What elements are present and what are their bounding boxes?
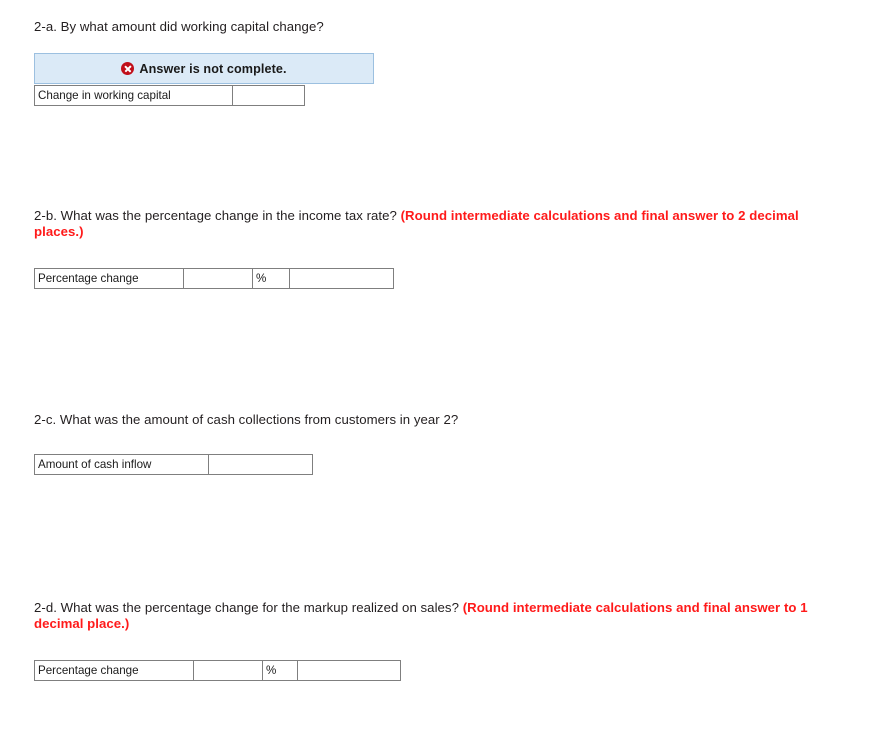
- percent-unit-2d: %: [262, 660, 298, 681]
- question-text-2b: 2-b. What was the percentage change in t…: [34, 208, 846, 240]
- answer-table-2b: Percentage change %: [34, 268, 394, 289]
- answer-input-2b[interactable]: [183, 268, 253, 289]
- question-block-2d: 2-d. What was the percentage change for …: [34, 600, 846, 681]
- table-row: Amount of cash inflow: [34, 454, 313, 475]
- alert-banner-text: Answer is not complete.: [139, 61, 287, 76]
- table-row: Percentage change %: [34, 268, 394, 289]
- answer-table-2a: Change in working capital: [34, 85, 305, 106]
- row-label-percentage-change-2b: Percentage change: [34, 268, 184, 289]
- question-prompt-2a: 2-a. By what amount did working capital …: [34, 19, 324, 34]
- row-label-change-in-working-capital: Change in working capital: [34, 85, 233, 106]
- answer-table-2d: Percentage change %: [34, 660, 401, 681]
- question-prompt-2c: 2-c. What was the amount of cash collect…: [34, 412, 459, 427]
- answer-extra-2d[interactable]: [297, 660, 401, 681]
- answer-extra-2b[interactable]: [289, 268, 394, 289]
- question-block-2a: 2-a. By what amount did working capital …: [34, 19, 846, 106]
- question-prompt-2d: 2-d. What was the percentage change for …: [34, 600, 463, 615]
- question-prompt-2b: 2-b. What was the percentage change in t…: [34, 208, 401, 223]
- table-row: Change in working capital: [34, 85, 305, 106]
- question-block-2c: 2-c. What was the amount of cash collect…: [34, 412, 846, 475]
- question-block-2b: 2-b. What was the percentage change in t…: [34, 208, 846, 289]
- answer-input-2d[interactable]: [193, 660, 263, 681]
- worksheet-page: 2-a. By what amount did working capital …: [0, 0, 887, 745]
- answer-input-2a[interactable]: [232, 85, 305, 106]
- answer-not-complete-banner: Answer is not complete.: [34, 53, 374, 84]
- question-text-2a: 2-a. By what amount did working capital …: [34, 19, 846, 35]
- table-row: Percentage change %: [34, 660, 401, 681]
- question-text-2d: 2-d. What was the percentage change for …: [34, 600, 846, 632]
- row-label-percentage-change-2d: Percentage change: [34, 660, 194, 681]
- answer-input-2c[interactable]: [208, 454, 313, 475]
- row-label-amount-of-cash-inflow: Amount of cash inflow: [34, 454, 209, 475]
- error-circle-x-icon: [121, 62, 135, 75]
- answer-table-2c: Amount of cash inflow: [34, 454, 313, 475]
- question-text-2c: 2-c. What was the amount of cash collect…: [34, 412, 846, 428]
- percent-unit-2b: %: [252, 268, 290, 289]
